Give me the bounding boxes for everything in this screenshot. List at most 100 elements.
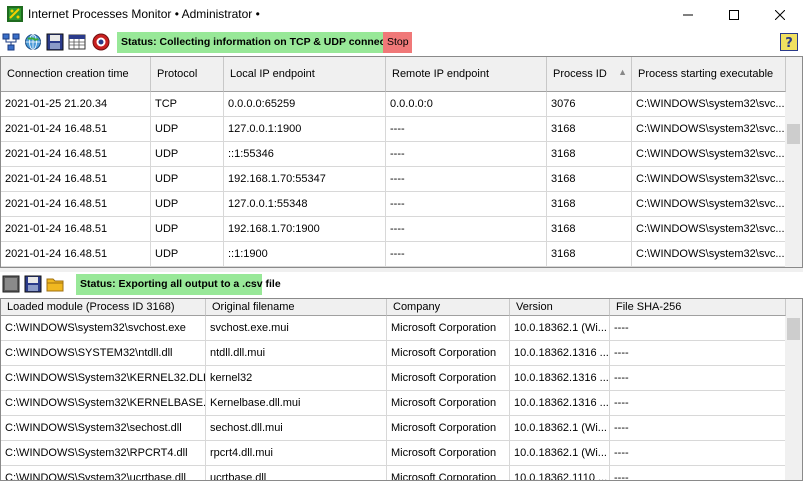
table-cell: Microsoft Corporation bbox=[387, 341, 510, 366]
col-connection-time[interactable]: Connection creation time bbox=[1, 57, 151, 92]
table-row[interactable]: C:\WINDOWS\System32\RPCRT4.dll rpcrt4.dll… bbox=[1, 441, 786, 466]
modules-grid: Loaded module (Process ID 3168) Original… bbox=[0, 298, 803, 481]
stop-button[interactable]: Stop bbox=[383, 32, 412, 53]
table-cell: UDP bbox=[151, 142, 224, 167]
table-cell: svchost.exe.mui bbox=[206, 316, 387, 341]
table-row[interactable]: C:\WINDOWS\System32\ucrtbase.dll ucrtbase… bbox=[1, 466, 786, 480]
table-cell: ---- bbox=[610, 316, 786, 341]
table-cell: Microsoft Corporation bbox=[387, 366, 510, 391]
table-row[interactable]: 2021-01-24 16.48.51 UDP 192.168.1.70:55347… bbox=[1, 167, 786, 192]
table-cell: UDP bbox=[151, 192, 224, 217]
col-company[interactable]: Company bbox=[387, 299, 510, 316]
table-row[interactable]: 2021-01-24 16.48.51 UDP 127.0.0.1:55348 ---… bbox=[1, 192, 786, 217]
stop-record-icon[interactable] bbox=[92, 33, 110, 51]
table-cell: 10.0.18362.1316 ... bbox=[510, 391, 610, 416]
table-cell: C:\WINDOWS\system32\svc... bbox=[632, 142, 786, 167]
save-icon[interactable] bbox=[46, 33, 64, 51]
col-process-id[interactable]: Process ID ▲ bbox=[547, 57, 632, 92]
col-original-filename[interactable]: Original filename bbox=[206, 299, 387, 316]
table-cell: C:\WINDOWS\System32\RPCRT4.dll bbox=[1, 441, 206, 466]
close-button[interactable] bbox=[757, 0, 803, 30]
table-cell: UDP bbox=[151, 217, 224, 242]
table-row[interactable]: 2021-01-24 16.48.51 UDP 192.168.1.70:1900-… bbox=[1, 217, 786, 242]
connections-scroll-thumb[interactable] bbox=[787, 124, 800, 144]
table-cell: C:\WINDOWS\System32\KERNEL32.DLL bbox=[1, 366, 206, 391]
table-cell: ---- bbox=[610, 391, 786, 416]
table-cell: 2021-01-24 16.48.51 bbox=[1, 167, 151, 192]
col-loaded-module[interactable]: Loaded module (Process ID 3168) bbox=[1, 299, 206, 316]
table-cell: C:\WINDOWS\System32\sechost.dll bbox=[1, 416, 206, 441]
save-modules-icon[interactable] bbox=[24, 275, 42, 293]
table-cell: ---- bbox=[610, 366, 786, 391]
table-row[interactable]: C:\WINDOWS\System32\KERNELBASE.dll Kernel… bbox=[1, 391, 786, 416]
table-cell: 3168 bbox=[547, 242, 632, 267]
table-cell: ---- bbox=[386, 167, 547, 192]
table-cell: 3168 bbox=[547, 142, 632, 167]
list-icon[interactable] bbox=[2, 275, 20, 293]
table-cell: ---- bbox=[386, 217, 547, 242]
table-cell: C:\WINDOWS\system32\svc... bbox=[632, 242, 786, 267]
table-cell: ---- bbox=[386, 117, 547, 142]
col-file-sha256[interactable]: File SHA-256 bbox=[610, 299, 786, 316]
col-version[interactable]: Version bbox=[510, 299, 610, 316]
app-icon bbox=[7, 6, 23, 22]
connections-scrollbar[interactable] bbox=[785, 92, 802, 267]
table-row[interactable]: C:\WINDOWS\system32\svchost.exe svchost.e… bbox=[1, 316, 786, 341]
close-icon bbox=[775, 10, 785, 20]
table-cell: Microsoft Corporation bbox=[387, 391, 510, 416]
minimize-button[interactable] bbox=[665, 0, 711, 30]
table-cell: ---- bbox=[610, 466, 786, 480]
table-cell: C:\WINDOWS\system32\svchost.exe bbox=[1, 316, 206, 341]
table-cell: 10.0.18362.1 (Wi... bbox=[510, 416, 610, 441]
title-bar: Internet Processes Monitor • Administrat… bbox=[0, 0, 803, 30]
col-protocol[interactable]: Protocol bbox=[151, 57, 224, 92]
table-cell: 127.0.0.1:1900 bbox=[224, 117, 386, 142]
table-cell: UDP bbox=[151, 167, 224, 192]
table-cell: UDP bbox=[151, 242, 224, 267]
network-icon[interactable] bbox=[2, 33, 20, 51]
table-cell: 10.0.18362.1316 ... bbox=[510, 341, 610, 366]
table-row[interactable]: 2021-01-24 16.48.51 UDP::1:55346 ---- 3168 C… bbox=[1, 142, 786, 167]
connections-toolbar: Status: Collecting information on TCP & … bbox=[0, 30, 803, 54]
table-cell: C:\WINDOWS\system32\svc... bbox=[632, 217, 786, 242]
table-cell: C:\WINDOWS\SYSTEM32\ntdll.dll bbox=[1, 341, 206, 366]
sort-ascending-icon: ▲ bbox=[618, 67, 627, 77]
table-row[interactable]: 2021-01-25 21.20.34 TCP 0.0.0.0:65259 0.0.0… bbox=[1, 92, 786, 117]
table-row[interactable]: 2021-01-24 16.48.51 UDP 127.0.0.1:1900 ----… bbox=[1, 117, 786, 142]
table-cell: 3076 bbox=[547, 92, 632, 117]
table-cell: Microsoft Corporation bbox=[387, 441, 510, 466]
col-local-ip[interactable]: Local IP endpoint bbox=[224, 57, 386, 92]
table-cell: C:\WINDOWS\system32\svc... bbox=[632, 167, 786, 192]
table-row[interactable]: C:\WINDOWS\System32\sechost.dll sechost.d… bbox=[1, 416, 786, 441]
modules-scroll-thumb[interactable] bbox=[787, 318, 800, 340]
maximize-icon bbox=[729, 10, 739, 20]
table-cell: 3168 bbox=[547, 217, 632, 242]
connections-status: Status: Collecting information on TCP & … bbox=[117, 32, 411, 53]
table-cell: 127.0.0.1:55348 bbox=[224, 192, 386, 217]
table-row[interactable]: 2021-01-24 16.48.51 UDP::1:1900 ---- 3168 C:… bbox=[1, 242, 786, 267]
modules-scrollbar[interactable] bbox=[785, 316, 802, 480]
folder-icon[interactable] bbox=[46, 275, 64, 293]
export-grid-icon[interactable] bbox=[68, 33, 86, 51]
table-cell: ---- bbox=[610, 341, 786, 366]
table-cell: C:\WINDOWS\system32\svc... bbox=[632, 192, 786, 217]
col-executable[interactable]: Process starting executable bbox=[632, 57, 786, 92]
table-cell: 3168 bbox=[547, 167, 632, 192]
table-row[interactable]: C:\WINDOWS\SYSTEM32\ntdll.dll ntdll.dll.m… bbox=[1, 341, 786, 366]
help-icon[interactable]: ? bbox=[780, 33, 798, 51]
table-cell: Microsoft Corporation bbox=[387, 466, 510, 480]
modules-toolbar: Status: Exporting all output to a .csv f… bbox=[0, 272, 803, 296]
maximize-button[interactable] bbox=[711, 0, 757, 30]
table-cell: C:\WINDOWS\system32\svc... bbox=[632, 117, 786, 142]
table-cell: ucrtbase.dll bbox=[206, 466, 387, 480]
globe-icon[interactable] bbox=[24, 33, 42, 51]
table-cell: 192.168.1.70:55347 bbox=[224, 167, 386, 192]
table-cell: kernel32 bbox=[206, 366, 387, 391]
table-cell: ::1:55346 bbox=[224, 142, 386, 167]
table-row[interactable]: C:\WINDOWS\System32\KERNEL32.DLL kernel32… bbox=[1, 366, 786, 391]
col-remote-ip[interactable]: Remote IP endpoint bbox=[386, 57, 547, 92]
window-title: Internet Processes Monitor • Administrat… bbox=[28, 7, 260, 21]
table-cell: C:\WINDOWS\system32\svc... bbox=[632, 92, 786, 117]
table-cell: 192.168.1.70:1900 bbox=[224, 217, 386, 242]
table-cell: Microsoft Corporation bbox=[387, 316, 510, 341]
